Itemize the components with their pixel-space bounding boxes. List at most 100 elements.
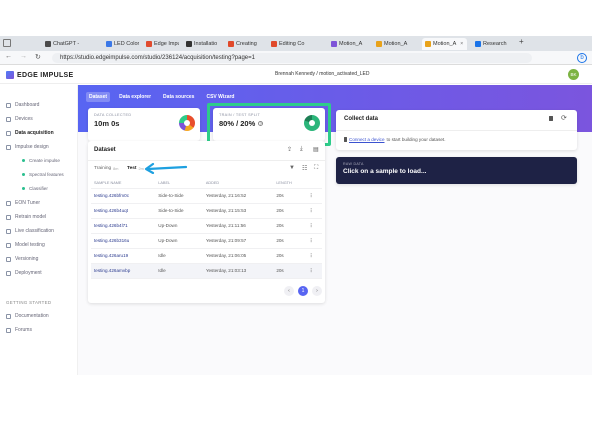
row-menu-icon[interactable]: ⋮ [305, 218, 322, 234]
cell-name[interactable]: testing.426aru19 [91, 248, 156, 264]
close-tab-icon[interactable]: × [460, 41, 463, 47]
sidebar-subitem[interactable]: Create impulse [22, 158, 60, 163]
sidebar-item[interactable]: Devices [6, 116, 33, 122]
cell-added: Yesterday, 21:15:53 [202, 203, 274, 219]
cell-name[interactable]: testing.426amvbp [91, 263, 156, 279]
trash-icon[interactable] [549, 116, 553, 121]
sidebar-item-icon [6, 116, 11, 122]
cell-added: Yesterday, 21:09:57 [202, 233, 274, 249]
tab-data-sources[interactable]: Data sources [160, 92, 197, 102]
sidebar-subitem[interactable]: Classifier [22, 186, 48, 191]
collect-data-card: Collect data ⟳ Connect a device to start… [336, 110, 577, 150]
sidebar-item-icon [6, 242, 11, 248]
sidebar-item-label: Impulse design [15, 144, 49, 150]
sidebar-item-icon [6, 130, 11, 136]
browser-tab[interactable]: Edge Impu [143, 38, 179, 50]
page-1-button[interactable]: 1 [298, 286, 308, 296]
collect-data-title: Collect data [344, 116, 379, 122]
row-menu-icon[interactable]: ⋮ [305, 248, 322, 264]
sidebar-subitem-label: Spectral features [29, 172, 64, 177]
table-row[interactable]: testing.426b4l71 Up-Down Yesterday, 21:11:… [91, 218, 322, 234]
refresh-icon[interactable]: ↻ [35, 53, 41, 61]
select-icon[interactable]: ☷ [302, 165, 307, 172]
row-menu-icon[interactable]: ⋮ [305, 188, 322, 204]
sidebar-item[interactable]: EON Tuner [6, 200, 40, 206]
row-menu-icon[interactable]: ⋮ [305, 263, 322, 279]
table-row[interactable]: testing.426bfm0c Side-to-Side Yesterday, 2… [91, 188, 322, 204]
training-count: 8m [113, 166, 119, 171]
browser-tab[interactable]: Research [472, 38, 516, 50]
raw-data-text: Click on a sample to load... [343, 168, 427, 175]
cell-name[interactable]: testing.426bfm0c [91, 188, 156, 204]
browser-tab[interactable]: Creating [225, 38, 263, 50]
sidebar-item[interactable]: Model testing [6, 242, 45, 248]
filter-icon[interactable]: ▼ [289, 165, 295, 171]
training-tab[interactable]: Training 8m [94, 166, 118, 171]
tab-data-explorer[interactable]: Data explorer [116, 92, 154, 102]
upload-icon[interactable]: ⇪ [287, 146, 292, 153]
browser-tab[interactable]: LED Color [103, 38, 139, 50]
expand-icon[interactable]: ⛶ [314, 165, 318, 172]
forward-icon[interactable]: → [20, 53, 27, 60]
table-row[interactable]: testing.426b4uqt Side-to-Side Yesterday, 2… [91, 203, 322, 219]
table-row[interactable]: testing.426aru19 Idle Yesterday, 21:06:05 2… [91, 248, 322, 264]
prev-page-button[interactable]: ‹ [284, 286, 294, 296]
tab-dataset[interactable]: Dataset [86, 92, 111, 102]
column-header: LENGTH [273, 178, 306, 189]
sidebar-item-icon [6, 327, 11, 333]
sidebar-item-label: Deployment [15, 270, 42, 276]
sidebar-item[interactable]: Documentation [6, 313, 49, 319]
training-label: Training [94, 166, 112, 171]
back-icon[interactable]: ← [5, 53, 12, 60]
data-collected-donut-icon [179, 115, 195, 131]
browser-tab[interactable]: Installatio [183, 38, 221, 50]
tab-label: Edge Impu [154, 41, 179, 47]
next-page-button[interactable]: › [312, 286, 322, 296]
sidebar-item[interactable]: Forums [6, 327, 32, 333]
sidebar-item[interactable]: Dashboard [6, 102, 39, 108]
bing-icon[interactable]: b [577, 53, 587, 63]
sidebar-item-label: Retrain model [15, 214, 47, 220]
browser-tab[interactable]: Motion_A [328, 38, 368, 50]
browser-tab[interactable]: ChatGPT - [42, 38, 97, 50]
sidebar-section-heading: GETTING STARTED [6, 300, 52, 305]
sidebar-subitem[interactable]: Spectral features [22, 172, 64, 177]
avatar[interactable]: BK [568, 69, 579, 80]
split-highlight-box [207, 103, 331, 146]
sidebar-item[interactable]: Impulse design [6, 144, 49, 150]
row-menu-icon[interactable]: ⋮ [305, 203, 322, 219]
new-tab-button[interactable]: + [519, 37, 524, 46]
sidebar-subitem-label: Classifier [29, 186, 48, 191]
cell-length: 20s [273, 218, 306, 234]
logo[interactable]: EDGE IMPULSE [6, 71, 74, 79]
dataset-title: Dataset [94, 147, 116, 153]
row-menu-icon[interactable]: ⋮ [305, 233, 322, 249]
sync-icon[interactable]: ⟳ [561, 114, 567, 122]
cell-label: Up-Down [155, 233, 203, 249]
sidebar-item-icon [6, 270, 11, 276]
tab-csv-wizard[interactable]: CSV Wizard [203, 92, 237, 102]
download-icon[interactable]: ⤓ [300, 146, 303, 153]
sidebar-item[interactable]: Live classification [6, 228, 54, 234]
user-project[interactable]: Brennah Kennedy / motion_activated_LED [275, 71, 370, 77]
sidebar-item[interactable]: Versioning [6, 256, 38, 262]
device-icon [344, 137, 347, 142]
browser-tab[interactable]: Motion_A [373, 38, 416, 50]
browser-tab[interactable]: Motion_A × [422, 38, 467, 50]
browser-tab[interactable]: Editing Co [268, 38, 310, 50]
raw-data-card: RAW DATA Click on a sample to load... [336, 157, 577, 184]
connect-device-link[interactable]: Connect a device [349, 137, 385, 142]
sidebar-item[interactable]: Data acquisition [6, 130, 54, 136]
sidebar-item-label: Live classification [15, 228, 54, 234]
cell-name[interactable]: testing.426b4uqt [91, 203, 156, 219]
subitem-dot-icon [22, 187, 25, 190]
table-row[interactable]: testing.426b316u Up-Down Yesterday, 21:09:… [91, 233, 322, 249]
workspaces-icon[interactable] [3, 39, 11, 47]
sidebar-item[interactable]: Retrain model [6, 214, 46, 220]
url-field[interactable]: https://studio.edgeimpulse.com/studio/23… [52, 53, 532, 63]
sidebar-item[interactable]: Deployment [6, 270, 42, 276]
table-row[interactable]: testing.426amvbp Idle Yesterday, 21:03:13 2… [91, 263, 322, 279]
document-icon[interactable]: ▤ [313, 146, 319, 153]
cell-name[interactable]: testing.426b4l71 [91, 218, 156, 234]
cell-name[interactable]: testing.426b316u [91, 233, 156, 249]
